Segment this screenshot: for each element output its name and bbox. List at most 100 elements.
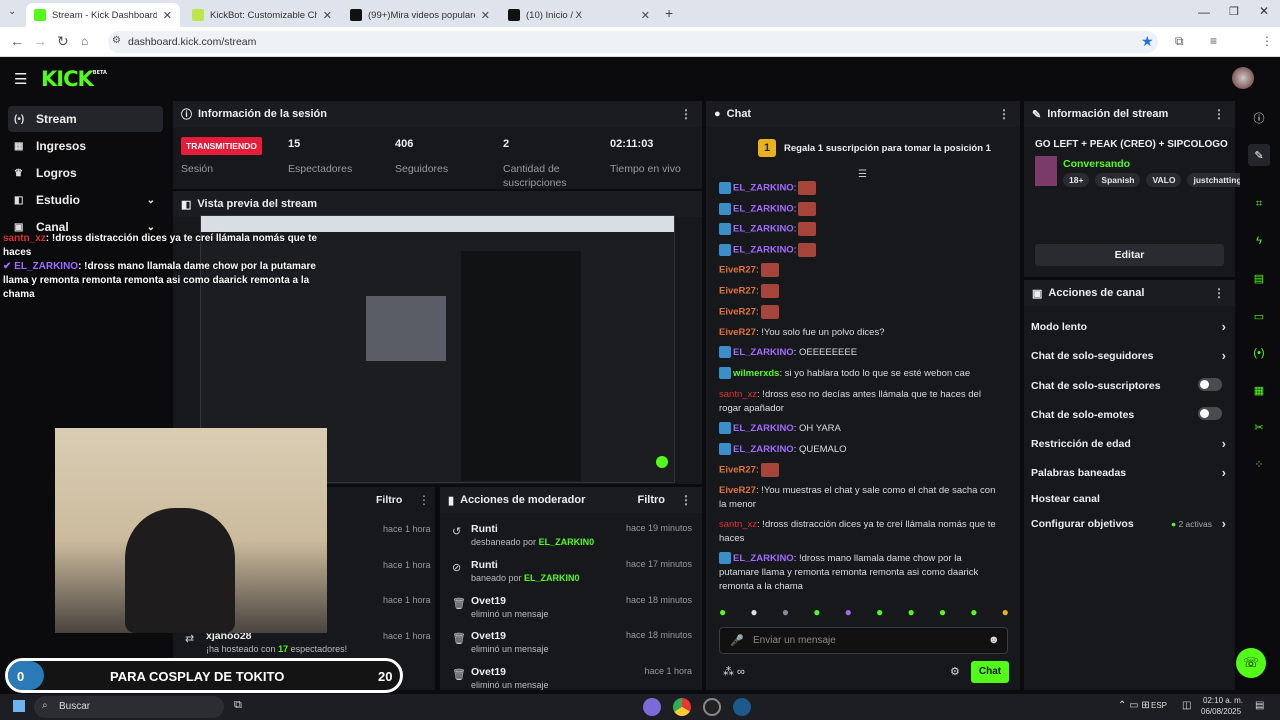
chat-message[interactable]: EL_ZARKINO: QUEMALO [719, 443, 1004, 457]
steam-icon[interactable] [733, 698, 751, 716]
back-icon[interactable]: ← [10, 33, 24, 49]
channel-action-banned-words[interactable]: Palabras baneadas › [1031, 465, 1226, 480]
taskbar-search[interactable]: ⌕ Buscar [34, 696, 224, 718]
chat-settings-icon[interactable]: ⚙ [950, 665, 960, 678]
channel-action-subscribers-only[interactable]: Chat de solo-suscriptores [1031, 378, 1226, 392]
clipboard-icon[interactable]: ▤ [1248, 267, 1270, 289]
close-tab-icon[interactable]: ✕ [323, 9, 332, 22]
chat-username[interactable]: EL_ZARKINO [733, 204, 794, 215]
sidebar-item-logros[interactable]: ♛ Logros [8, 160, 163, 186]
emote-icon[interactable]: ● [719, 605, 726, 621]
chat-username[interactable]: EL_ZARKINO [733, 444, 794, 455]
more-options-icon[interactable]: ⋮ [1213, 107, 1225, 121]
chat-message[interactable]: santn_xz: !dross eso no decías antes llá… [719, 388, 1004, 416]
chat-message[interactable]: EiveR27: !You solo fue un polvo dices? [719, 326, 1004, 340]
chat-message[interactable]: EiveR27: [719, 284, 1004, 299]
subscribers-only-toggle[interactable] [1198, 378, 1222, 391]
sidebar-item-stream[interactable]: (•) Stream [8, 106, 163, 132]
chat-username[interactable]: EL_ZARKINO [733, 347, 794, 358]
tab-list-icon[interactable]: ⌄ [8, 6, 16, 17]
hamburger-menu-icon[interactable]: ☰ [14, 70, 27, 88]
send-chat-button[interactable]: Chat [971, 661, 1009, 683]
channel-action-emotes-only[interactable]: Chat de solo-emotes [1031, 407, 1226, 421]
layout-icon[interactable]: ▦ [1248, 379, 1270, 401]
chat-message[interactable]: EL_ZARKINO: OH YARA [719, 422, 1004, 436]
activity-filter-button[interactable]: Filtro [376, 494, 402, 506]
chat-username[interactable]: EL_ZARKINO [733, 423, 794, 434]
chat-message[interactable]: EL_ZARKINO: [719, 243, 1004, 258]
bookmark-star-icon[interactable]: ★ [1141, 33, 1154, 50]
language-indicator[interactable]: ESP [1151, 701, 1167, 710]
obs-icon[interactable] [703, 698, 721, 716]
pinned-gift-banner[interactable]: 1 Regala 1 suscripción para tomar la pos… [758, 139, 998, 159]
kick-logo[interactable]: KICKBETA [41, 67, 107, 91]
browser-tab[interactable]: KickBot: Customizable Chat Bot ✕ [184, 3, 340, 27]
microphone-icon[interactable]: 🎤 [730, 634, 744, 647]
url-input[interactable]: dashboard.kick.com/stream [108, 31, 1158, 53]
emote-icon[interactable]: ● [1002, 605, 1009, 621]
mod-action-row[interactable]: ⊘ Runti baneado por EL_ZARKIN0 hace 17 minu… [440, 559, 702, 595]
browser-menu-icon[interactable]: ⋮ [1261, 34, 1273, 48]
channel-action-followers-only[interactable]: Chat de solo-seguidores › [1031, 348, 1226, 363]
more-options-icon[interactable]: ⋮ [998, 107, 1010, 121]
media-icon[interactable]: ≡ [1210, 34, 1217, 48]
mod-action-row[interactable]: 🗑 Ovet19 eliminó un mensaje hace 1 hora [440, 666, 702, 690]
chat-username[interactable]: EiveR27 [719, 307, 756, 318]
browser-tab[interactable]: (99+)Mira videos populares sob ✕ [342, 3, 498, 27]
chat-username[interactable]: EL_ZARKINO [733, 224, 794, 235]
chat-username[interactable]: santn_xz [719, 519, 757, 530]
restore-icon[interactable]: ❐ [1229, 5, 1239, 18]
windows-start-icon[interactable] [13, 700, 25, 712]
chat-username[interactable]: santn_xz [719, 389, 757, 400]
chat-message[interactable]: EL_ZARKINO: [719, 222, 1004, 237]
nodes-icon[interactable]: ⁘ [1248, 453, 1270, 475]
emote-icon[interactable]: ● [970, 605, 977, 621]
channel-action-goals[interactable]: Configurar objetivos ● 2 activas › [1031, 516, 1226, 531]
home-icon[interactable]: ⌂ [81, 34, 88, 48]
close-tab-icon[interactable]: ✕ [163, 9, 172, 22]
chat-scroll-icon[interactable]: ☰ [858, 169, 867, 180]
chat-username[interactable]: EiveR27 [719, 465, 756, 476]
reload-icon[interactable]: ↻ [57, 33, 69, 50]
chat-message[interactable]: EL_ZARKINO: OEEEEEEEE [719, 346, 1004, 360]
chat-input[interactable]: 🎤 Enviar un mensaje ☻ [719, 627, 1008, 654]
chat-message[interactable]: EL_ZARKINO: [719, 181, 1004, 196]
site-info-icon[interactable]: ⚙ [112, 35, 121, 46]
stream-category[interactable]: Conversando [1063, 158, 1130, 170]
minimize-icon[interactable]: — [1198, 5, 1210, 19]
close-tab-icon[interactable]: ✕ [641, 9, 650, 22]
channel-action-age-restriction[interactable]: Restricción de edad › [1031, 436, 1226, 451]
user-avatar[interactable] [1232, 67, 1254, 89]
chat-message[interactable]: EiveR27: [719, 305, 1004, 320]
edit-icon[interactable]: ✎ [1248, 144, 1270, 166]
chat-username[interactable]: EL_ZARKINO [733, 245, 794, 256]
close-tab-icon[interactable]: ✕ [481, 9, 490, 22]
chat-message[interactable]: santn_xz: !dross distracción dices ya te… [719, 518, 1004, 546]
app-icon[interactable] [643, 698, 661, 716]
chat-username[interactable]: EiveR27 [719, 485, 756, 496]
chat-message[interactable]: EiveR27: [719, 263, 1004, 278]
window-close-icon[interactable]: ✕ [1259, 4, 1269, 18]
chat-username[interactable]: EiveR27 [719, 265, 756, 276]
browser-tab[interactable]: Stream - Kick Dashboard ✕ [26, 3, 180, 27]
chat-username[interactable]: EL_ZARKINO [733, 553, 794, 564]
mod-action-row[interactable]: ↺ Runti desbaneado por EL_ZARKIN0 hace 19 m… [440, 523, 702, 559]
emote-icon[interactable]: ● [939, 605, 946, 621]
chat-message[interactable]: EL_ZARKINO: [719, 202, 1004, 217]
chat-username[interactable]: EiveR27 [719, 286, 756, 297]
emote-icon[interactable]: ● [845, 605, 852, 621]
chat-message[interactable]: EiveR27: !You muestras el chat y sale co… [719, 484, 1004, 512]
chat-username[interactable]: EiveR27 [719, 327, 756, 338]
points-icon[interactable]: ⁂ ∞ [723, 665, 745, 678]
scan-icon[interactable]: ⌗ [1248, 193, 1270, 215]
chat-message[interactable]: EL_ZARKINO: !dross mano llamala dame cho… [719, 552, 1004, 594]
chat-message[interactable]: EiveR27: [719, 463, 1004, 478]
more-options-icon[interactable]: ⋮ [680, 493, 692, 507]
tray-icons[interactable]: ⌃ ▭ ⊞ [1118, 700, 1150, 711]
broadcast-icon[interactable]: (•) [1248, 342, 1270, 364]
edit-stream-button[interactable]: Editar [1035, 244, 1224, 266]
channel-action-host[interactable]: Hostear canal [1031, 493, 1226, 505]
chrome-icon[interactable] [673, 698, 691, 716]
extensions-icon[interactable]: ⧉ [1175, 34, 1184, 49]
chat-icon[interactable]: ▭ [1248, 305, 1270, 327]
